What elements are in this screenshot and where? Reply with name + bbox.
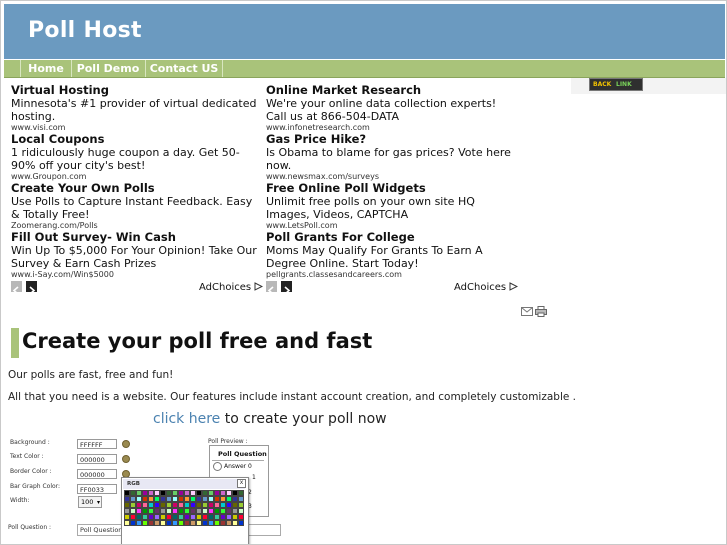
ad-unit[interactable]: Virtual Hosting Minnesota's #1 provider … bbox=[11, 83, 261, 132]
ad-title[interactable]: Gas Price Hike? bbox=[266, 132, 516, 146]
preview-answer[interactable]: 1 bbox=[252, 474, 256, 481]
ad-url[interactable]: www.LetsPoll.com bbox=[266, 221, 516, 230]
ad-description: Use Polls to Capture Instant Feedback. E… bbox=[11, 195, 253, 221]
cta-line: click here to create your poll now bbox=[153, 411, 387, 427]
ad-description: Unlimit free polls on your own site HQ I… bbox=[266, 195, 475, 221]
preview-question: Poll Question bbox=[218, 450, 267, 458]
background-color-field[interactable]: FFFFFF bbox=[77, 439, 117, 449]
radio-button[interactable] bbox=[213, 462, 222, 471]
background-label: Background : bbox=[10, 439, 50, 446]
ad-title[interactable]: Fill Out Survey- Win Cash bbox=[11, 230, 261, 244]
preview-answer[interactable]: Answer 0 bbox=[213, 462, 252, 471]
text-color-field[interactable]: 000000 bbox=[77, 454, 117, 464]
width-label: Width: bbox=[10, 497, 30, 504]
ad-unit[interactable]: Create Your Own Polls Use Polls to Captu… bbox=[11, 181, 261, 230]
bar-graph-color-field[interactable]: FF0033 bbox=[77, 484, 117, 494]
ad-url[interactable]: www.Groupon.com bbox=[11, 172, 261, 181]
close-icon[interactable]: x bbox=[237, 479, 246, 488]
adchoices-label: AdChoices bbox=[199, 282, 252, 293]
ad-column-right: Online Market Research We're your online… bbox=[266, 83, 516, 279]
color-swatch[interactable] bbox=[238, 520, 244, 526]
ad-url[interactable]: www.visi.com bbox=[11, 123, 261, 132]
ad-url[interactable]: pellgrants.classesandcareers.com bbox=[266, 270, 516, 279]
nav-poll-demo[interactable]: Poll Demo bbox=[71, 60, 146, 77]
site-title[interactable]: Poll Host bbox=[28, 18, 142, 43]
adchoices-link[interactable]: AdChoices bbox=[454, 282, 519, 293]
create-poll-link[interactable]: click here bbox=[153, 411, 220, 427]
answer-label: 1 bbox=[252, 474, 256, 481]
width-select[interactable]: 100 ▾ bbox=[78, 496, 102, 508]
chevron-down-icon: ▾ bbox=[96, 499, 100, 506]
intro-text: Our polls are fast, free and fun! bbox=[8, 369, 174, 381]
ad-title[interactable]: Local Coupons bbox=[11, 132, 261, 146]
adchoices-link[interactable]: AdChoices bbox=[199, 282, 264, 293]
printer-icon[interactable] bbox=[535, 306, 547, 317]
page: Poll Host Home Poll Demo Contact US BACK… bbox=[0, 0, 727, 545]
nav-contact-us[interactable]: Contact US bbox=[146, 60, 223, 77]
divider bbox=[212, 460, 264, 461]
backlink-right-text: LINK bbox=[616, 81, 632, 88]
ad-title[interactable]: Poll Grants For College bbox=[266, 230, 516, 244]
ad-description: Is Obama to blame for gas prices? Vote h… bbox=[266, 146, 511, 172]
main-nav: Home Poll Demo Contact US bbox=[4, 60, 725, 78]
answer-label: Answer 0 bbox=[224, 463, 252, 470]
ad-description: Moms May Qualify For Grants To Earn A De… bbox=[266, 244, 483, 270]
ad-description: 1 ridiculously huge coupon a day. Get 50… bbox=[11, 146, 240, 172]
ad-column-left: Virtual Hosting Minnesota's #1 provider … bbox=[11, 83, 261, 279]
ad-unit[interactable]: Online Market Research We're your online… bbox=[266, 83, 516, 132]
adchoices-label: AdChoices bbox=[454, 282, 507, 293]
ad-unit[interactable]: Poll Grants For College Moms May Qualify… bbox=[266, 230, 516, 279]
nav-home[interactable]: Home bbox=[20, 60, 72, 77]
page-tools bbox=[521, 306, 548, 317]
ad-unit[interactable]: Free Online Poll Widgets Unlimit free po… bbox=[266, 181, 516, 230]
backlink-left-text: BACK bbox=[593, 81, 612, 88]
palette-icon[interactable] bbox=[122, 455, 130, 463]
adchoices-icon bbox=[509, 282, 519, 291]
ad-description: Minnesota's #1 provider of virtual dedic… bbox=[11, 97, 257, 123]
ad-title[interactable]: Online Market Research bbox=[266, 83, 516, 97]
width-value: 100 bbox=[81, 498, 94, 506]
ad-title[interactable]: Virtual Hosting bbox=[11, 83, 261, 97]
ad-url[interactable]: www.infonetresearch.com bbox=[266, 123, 516, 132]
site-header: Poll Host bbox=[4, 4, 725, 59]
ad-url[interactable]: www.newsmax.com/surveys bbox=[266, 172, 516, 181]
ad-unit[interactable]: Local Coupons 1 ridiculously huge coupon… bbox=[11, 132, 261, 181]
palette-icon[interactable] bbox=[122, 440, 130, 448]
border-color-label: Border Color : bbox=[10, 468, 52, 475]
chevron-left-icon[interactable] bbox=[266, 281, 277, 295]
ad-unit[interactable]: Gas Price Hike? Is Obama to blame for ga… bbox=[266, 132, 516, 181]
ad-description: We're your online data collection expert… bbox=[266, 97, 497, 123]
poll-question-label: Poll Question : bbox=[8, 524, 52, 531]
ad-title[interactable]: Create Your Own Polls bbox=[11, 181, 261, 195]
adchoices-icon bbox=[254, 282, 264, 291]
ad-description: Win Up To $5,000 For Your Opinion! Take … bbox=[11, 244, 257, 270]
color-picker-title: RGB bbox=[123, 479, 245, 489]
chevron-right-icon[interactable] bbox=[281, 281, 292, 295]
text-color-label: Text Color : bbox=[10, 453, 44, 460]
features-text: All that you need is a website. Our feat… bbox=[8, 391, 577, 403]
ad-unit[interactable]: Fill Out Survey- Win Cash Win Up To $5,0… bbox=[11, 230, 261, 279]
heading-accent-bar bbox=[11, 328, 19, 358]
page-title: Create your poll free and fast bbox=[22, 329, 373, 353]
backlink-badge[interactable]: BACK LINK bbox=[589, 78, 643, 91]
email-icon[interactable] bbox=[521, 307, 533, 316]
border-color-field[interactable]: 000000 bbox=[77, 469, 117, 479]
color-picker-popup[interactable]: RGB x bbox=[121, 477, 249, 544]
ad-url[interactable]: www.i-Say.com/Win$5000 bbox=[11, 270, 261, 279]
ad-title[interactable]: Free Online Poll Widgets bbox=[266, 181, 516, 195]
chevron-right-icon[interactable] bbox=[26, 281, 37, 295]
chevron-left-icon[interactable] bbox=[11, 281, 22, 295]
bar-graph-color-label: Bar Graph Color: bbox=[10, 483, 61, 490]
poll-preview-label: Poll Preview : bbox=[208, 438, 248, 445]
ad-url[interactable]: Zoomerang.com/Polls bbox=[11, 221, 261, 230]
cta-text: to create your poll now bbox=[224, 411, 387, 427]
